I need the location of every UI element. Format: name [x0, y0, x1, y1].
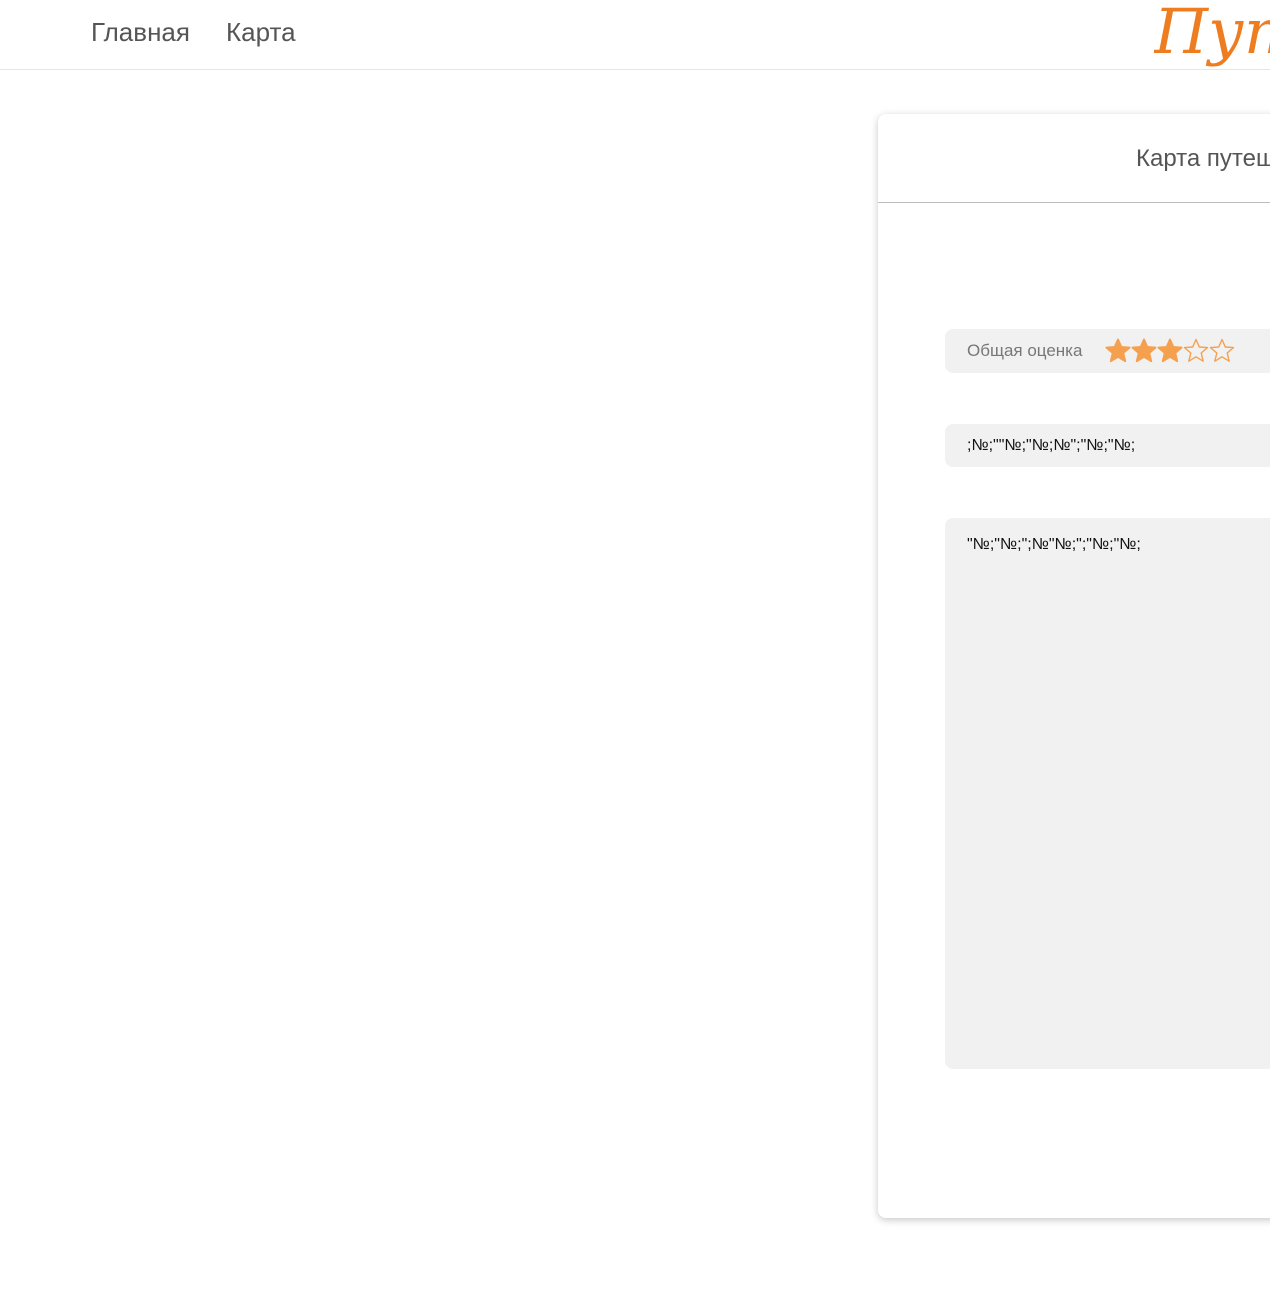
star-rating[interactable] — [1105, 338, 1235, 364]
title-field[interactable]: ;№;""№;"№;№";"№;"№; — [945, 424, 1270, 467]
rating-label: Общая оценка — [967, 341, 1083, 360]
star-filled-icon[interactable] — [1157, 338, 1183, 364]
description-field-value: "№;"№;";№"№;";"№;"№; — [967, 536, 1141, 553]
card-title: Карта путешествий — [1136, 145, 1270, 172]
card-divider — [878, 202, 1270, 203]
rating-box: Общая оценка — [945, 329, 1270, 373]
nav-link-home[interactable]: Главная — [91, 17, 190, 47]
star-empty-icon[interactable] — [1183, 338, 1209, 364]
site-logo[interactable]: Путешествия — [1154, 0, 1270, 72]
star-empty-icon[interactable] — [1209, 338, 1235, 364]
navbar: Главная Карта Путешествия — [0, 0, 1270, 70]
star-filled-icon[interactable] — [1105, 338, 1131, 364]
place-card: Карта путешествий Общая оценка ;№;""№;"№… — [878, 114, 1270, 1218]
nav-link-map[interactable]: Карта — [226, 17, 296, 47]
description-field[interactable]: "№;"№;";№"№;";"№;"№; — [945, 518, 1270, 1069]
title-field-value: ;№;""№;"№;№";"№;"№; — [967, 437, 1136, 454]
star-filled-icon[interactable] — [1131, 338, 1157, 364]
